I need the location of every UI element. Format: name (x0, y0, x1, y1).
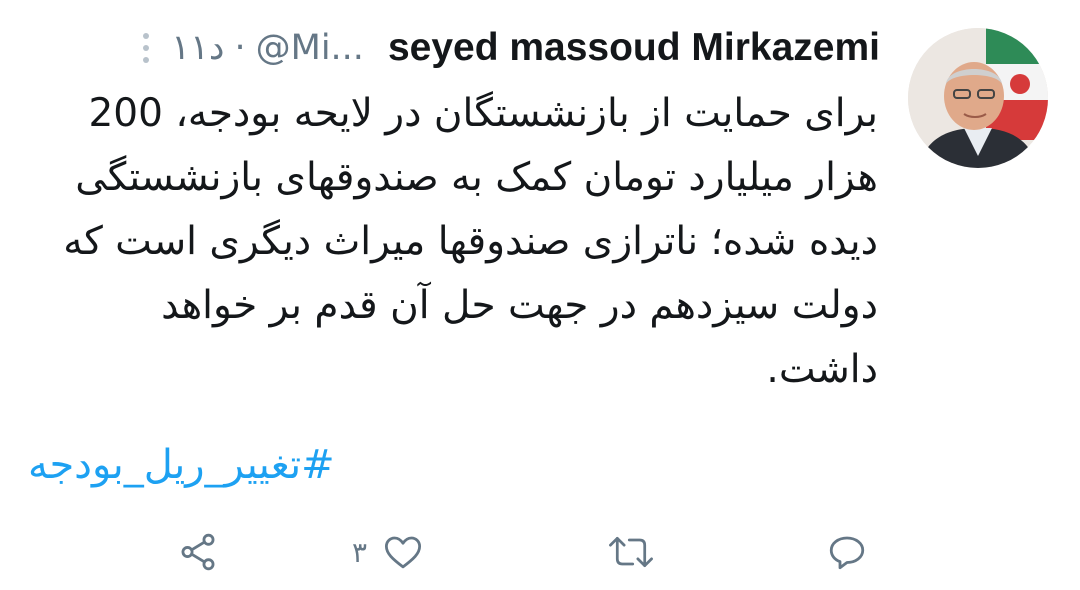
reply-button[interactable] (826, 520, 868, 584)
retweet-button[interactable] (607, 520, 655, 584)
tweet-meta: @Mi... · ۱۱د (171, 28, 364, 68)
avatar[interactable] (908, 28, 1048, 168)
like-count: ۳ (352, 535, 368, 569)
tweet: seyed massoud Mirkazemi @Mi... · ۱۱د برا… (0, 0, 1080, 590)
more-options-icon[interactable] (137, 27, 155, 69)
share-icon (181, 533, 215, 571)
author-handle[interactable]: @Mi... (256, 28, 364, 68)
hashtag-link[interactable]: #تغییر_ریل_بودجه (28, 442, 335, 488)
tweet-text-line: هزار میلیارد تومان کمک به صندوقهای بازنش… (75, 155, 878, 200)
tweet-header: seyed massoud Mirkazemi @Mi... · ۱۱د (30, 18, 880, 78)
tweet-text: برای حمایت از بازنشستگان در لایحه بودجه،… (56, 82, 878, 402)
tweet-text-line: دولت سیزدهم در جهت حل آن قدم بر خواهد (161, 283, 878, 328)
like-button[interactable]: ۳ (352, 520, 425, 584)
reply-icon (829, 536, 865, 570)
tweet-time[interactable]: ۱۱د (171, 28, 224, 68)
author-name[interactable]: seyed massoud Mirkazemi (388, 26, 880, 70)
tweet-actions: ۳ (0, 520, 1080, 584)
tweet-text-line: برای حمایت از بازنشستگان در لایحه بودجه،… (88, 91, 878, 136)
avatar-image (908, 28, 1048, 168)
tweet-text-line: دیده شده؛ ناترازی صندوقها میراث دیگری اس… (63, 219, 878, 264)
tweet-text-line: داشت. (766, 347, 878, 392)
meta-separator: · (234, 28, 246, 68)
heart-icon (385, 536, 422, 569)
retweet-icon (609, 536, 653, 568)
share-button[interactable] (176, 520, 220, 584)
